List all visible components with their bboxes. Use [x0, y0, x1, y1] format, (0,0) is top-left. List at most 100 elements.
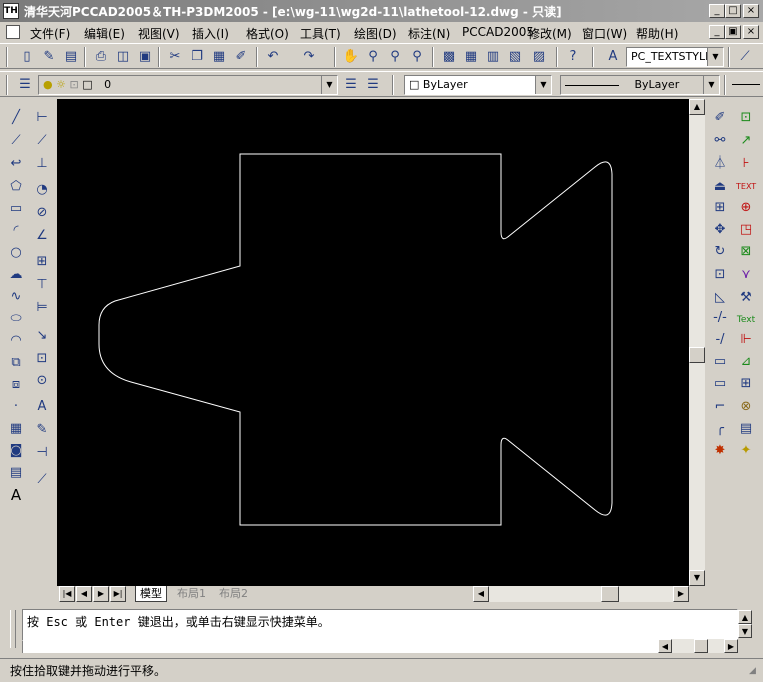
ellipse-arc-icon[interactable]: ◠	[6, 331, 26, 351]
zoom-realtime-icon[interactable]: ⚲	[364, 48, 382, 66]
pccad-tool-6-icon[interactable]: ◳	[736, 220, 756, 240]
radius-dimension-icon[interactable]: ◔	[32, 180, 52, 200]
dimension-update-icon[interactable]: ⊣	[32, 443, 52, 463]
pccad-text-2-icon[interactable]: Text	[736, 310, 756, 330]
pccad-text-icon[interactable]: TEXT	[736, 177, 756, 197]
pccad-tool-15-icon[interactable]: ▤	[736, 419, 756, 439]
menu-dimension[interactable]: 标注(N)	[408, 25, 450, 42]
polygon-icon[interactable]: ⬠	[6, 177, 26, 197]
make-block-icon[interactable]: ⧈	[6, 375, 26, 395]
menu-tools[interactable]: 工具(T)	[300, 25, 341, 42]
ordinate-dimension-icon[interactable]: ⊥	[32, 154, 52, 174]
sheet-set-icon[interactable]: ▧	[506, 48, 524, 66]
command-history[interactable]: 按 Esc 或 Enter 键退出，或单击右键显示快捷菜单。	[22, 609, 738, 641]
tool-palettes-icon[interactable]: ▥	[484, 48, 502, 66]
tab-last-icon[interactable]: ▶|	[110, 586, 126, 602]
cmd-horizontal-scrollbar[interactable]: ◀ ▶	[658, 639, 738, 653]
spline-icon[interactable]: ∿	[6, 287, 26, 307]
cut-icon[interactable]: ✂	[166, 48, 184, 66]
scroll-thumb[interactable]	[689, 347, 705, 363]
linear-dimension-icon[interactable]: ⊢	[32, 108, 52, 128]
menu-pccad[interactable]: PCCAD2005	[462, 25, 534, 39]
aligned-dimension-icon[interactable]: ⟋	[32, 131, 52, 151]
pccad-tool-3-icon[interactable]: ⊦	[736, 154, 756, 174]
tab-first-icon[interactable]: |◀	[59, 586, 75, 602]
print-preview-icon[interactable]: ◫	[114, 48, 132, 66]
zoom-window-icon[interactable]: ⚲	[386, 48, 404, 66]
h-scroll-thumb[interactable]	[601, 586, 619, 602]
scroll-down-icon[interactable]: ▼	[689, 570, 705, 586]
construction-line-icon[interactable]: ⟋	[6, 131, 26, 151]
resize-grip-icon[interactable]: ◢	[749, 666, 761, 678]
properties-icon[interactable]: ▩	[440, 48, 458, 66]
mirror-icon[interactable]: ⏃	[710, 154, 730, 174]
cmd-scroll-down-icon[interactable]: ▼	[738, 624, 752, 638]
close-button[interactable]: ×	[743, 4, 759, 18]
circle-icon[interactable]: ○	[6, 243, 26, 263]
layer-manager-icon[interactable]: ☰	[16, 76, 34, 94]
multiline-text-icon[interactable]: A	[6, 485, 26, 505]
lineweight-preview[interactable]	[732, 84, 760, 85]
doc-close-button[interactable]: ×	[743, 25, 759, 39]
rotate-icon[interactable]: ↻	[710, 242, 730, 262]
match-properties-icon[interactable]: ✐	[232, 48, 250, 66]
vertical-scrollbar[interactable]: ▲ ▼	[689, 99, 705, 586]
pccad-tool-9-icon[interactable]: ⚒	[736, 288, 756, 308]
revision-cloud-icon[interactable]: ☁	[6, 265, 26, 285]
markup-icon[interactable]: ▨	[530, 48, 548, 66]
chamfer-icon[interactable]: ⌐	[710, 397, 730, 417]
continue-dimension-icon[interactable]: ⊨	[32, 298, 52, 318]
doc-restore-button[interactable]: ▣	[725, 25, 741, 39]
offset-icon[interactable]: ⏏	[710, 177, 730, 197]
move-icon[interactable]: ✥	[710, 220, 730, 240]
design-center-icon[interactable]: ▦	[462, 48, 480, 66]
copy-icon[interactable]: ❐	[188, 48, 206, 66]
tab-prev-icon[interactable]: ◀	[76, 586, 92, 602]
horizontal-scrollbar[interactable]: ◀ ▶	[473, 586, 689, 602]
doc-minimize-button[interactable]: _	[709, 25, 725, 39]
arc-icon[interactable]: ◜	[6, 221, 26, 241]
scale-icon[interactable]: ⊡	[710, 265, 730, 285]
layer-previous-icon[interactable]: ☰	[364, 76, 382, 94]
break-icon[interactable]: ▭	[710, 374, 730, 394]
erase-icon[interactable]: ✐	[710, 108, 730, 128]
dimension-style-icon[interactable]: ⟋	[32, 470, 52, 490]
undo-icon[interactable]: ↶	[264, 48, 282, 66]
redo-icon[interactable]: ↷	[300, 48, 318, 66]
menu-modify[interactable]: 修改(M)	[528, 25, 572, 42]
ellipse-icon[interactable]: ⬭	[6, 309, 26, 329]
break-at-point-icon[interactable]: ▭	[710, 352, 730, 372]
tab-next-icon[interactable]: ▶	[93, 586, 109, 602]
tab-layout1[interactable]: 布局1	[173, 586, 210, 602]
center-mark-icon[interactable]: ⊙	[32, 371, 52, 391]
line-icon[interactable]: ╱	[6, 108, 26, 128]
rectangle-icon[interactable]: ▭	[6, 199, 26, 219]
quick-dimension-icon[interactable]: ⊞	[32, 252, 52, 272]
menu-help[interactable]: 帮助(H)	[636, 25, 678, 42]
array-icon[interactable]: ⊞	[710, 198, 730, 218]
menu-draw[interactable]: 绘图(D)	[354, 25, 397, 42]
pccad-tool-5-icon[interactable]: ⊕	[736, 198, 756, 218]
open-file-icon[interactable]: ✎	[40, 48, 58, 66]
cmd-scroll-right-icon[interactable]: ▶	[724, 639, 738, 653]
pccad-tool-12-icon[interactable]: ⊿	[736, 352, 756, 372]
command-input[interactable]	[22, 641, 738, 653]
hatch-icon[interactable]: ▦	[6, 419, 26, 439]
copy-object-icon[interactable]: ⚯	[710, 131, 730, 151]
dimension-edit-icon[interactable]: A	[32, 397, 52, 417]
drawing-canvas[interactable]	[57, 99, 689, 586]
tolerance-icon[interactable]: ⊡	[32, 349, 52, 369]
menu-insert[interactable]: 插入(I)	[192, 25, 229, 42]
trim-icon[interactable]: -/-	[710, 308, 730, 328]
scroll-up-icon[interactable]: ▲	[689, 99, 705, 115]
publish-icon[interactable]: ▣	[136, 48, 154, 66]
document-icon[interactable]	[6, 25, 20, 39]
tab-layout2[interactable]: 布局2	[215, 586, 252, 602]
scroll-left-icon[interactable]: ◀	[473, 586, 489, 602]
zoom-previous-icon[interactable]: ⚲	[408, 48, 426, 66]
region-icon[interactable]: ◙	[6, 441, 26, 461]
polyline-icon[interactable]: ↩	[6, 154, 26, 174]
cmd-scroll-left-icon[interactable]: ◀	[658, 639, 672, 653]
pan-icon[interactable]: ✋	[342, 48, 360, 66]
explode-icon[interactable]: ✸	[710, 441, 730, 461]
